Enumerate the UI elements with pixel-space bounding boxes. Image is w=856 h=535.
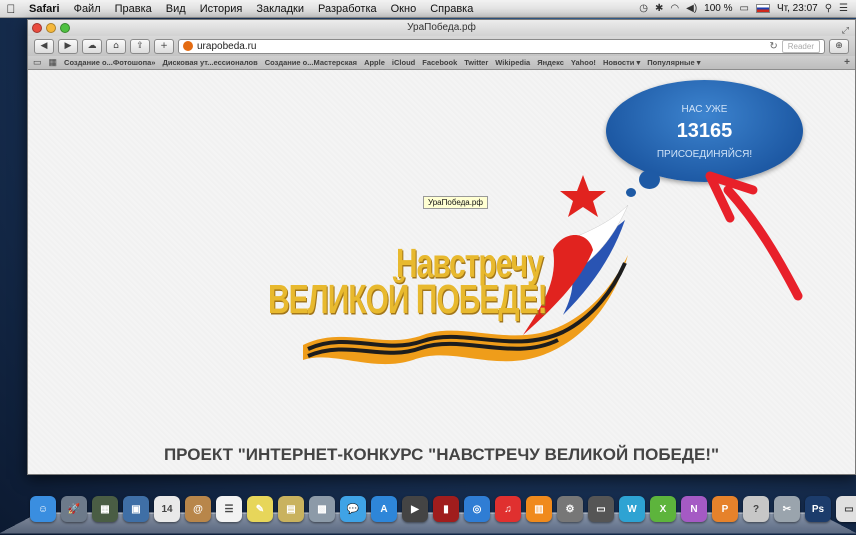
browser-toolbar: ◀ ▶ ☁ ⌂ ⇪ + urapobeda.ru ↻ Reader ⊕ — [28, 36, 855, 56]
site-favicon-icon — [183, 41, 193, 51]
battery-percent[interactable]: 100 % — [704, 3, 732, 14]
bluetooth-icon[interactable]: ✱ — [655, 3, 663, 14]
member-counter-bubble[interactable]: НАС УЖЕ 13165 ПРИСОЕДИНЯЙСЯ! — [606, 80, 803, 182]
reminders-icon[interactable]: ☰ — [216, 496, 242, 522]
onenote-icon[interactable]: N — [681, 496, 707, 522]
excel-icon[interactable]: X — [650, 496, 676, 522]
status-area: ◷ ✱ ◠ ◀) 100 % ▭ Чт, 23:07 ⚲ ☰ — [639, 3, 856, 14]
calendar-icon[interactable]: 14 — [154, 496, 180, 522]
menu-view[interactable]: Вид — [159, 3, 193, 15]
menu-help[interactable]: Справка — [423, 3, 480, 15]
bookmark-item[interactable]: Создание о...Фотошопа» — [64, 58, 155, 67]
preview-app-icon[interactable]: ▩ — [309, 496, 335, 522]
add-tab-icon[interactable]: + — [844, 57, 850, 68]
utility-icon[interactable]: ✂ — [774, 496, 800, 522]
link-tooltip: УраПобеда.рф — [423, 196, 488, 209]
menu-edit[interactable]: Правка — [108, 3, 159, 15]
messages-icon[interactable]: 💬 — [340, 496, 366, 522]
reading-list-icon[interactable]: ▭ — [33, 57, 42, 68]
bookmark-item[interactable]: Yahoo! — [571, 58, 596, 67]
bookmark-item[interactable]: Facebook — [422, 58, 457, 67]
new-tab-button[interactable]: + — [154, 38, 174, 54]
downloads-icon[interactable]: ⊕ — [829, 38, 849, 54]
menu-bar:  Safari Файл Правка Вид История Закладк… — [0, 0, 856, 18]
join-link[interactable]: ПРИСОЕДИНЯЙСЯ! — [606, 149, 803, 160]
safari-icon[interactable]: ◎ — [464, 496, 490, 522]
dock: ☺🚀▦▣14@☰✎▤▩💬A▶▮◎♫▥⚙▭WXNP?✂Ps▭🗑 — [0, 494, 856, 535]
wifi-icon[interactable]: ◠ — [670, 3, 679, 14]
itunes-icon[interactable]: ♫ — [495, 496, 521, 522]
terminal-icon[interactable]: ▭ — [588, 496, 614, 522]
documents-icon[interactable]: ▭ — [836, 496, 856, 522]
photo-booth-icon[interactable]: ▮ — [433, 496, 459, 522]
window-titlebar[interactable]: УраПобеда.рф ⤢ — [28, 20, 855, 36]
apple-menu-icon[interactable]:  — [0, 2, 22, 16]
zoom-button[interactable] — [60, 23, 70, 33]
member-count: 13165 — [676, 120, 733, 142]
system-preferences-icon[interactable]: ⚙ — [557, 496, 583, 522]
reader-button[interactable]: Reader — [781, 39, 820, 53]
traffic-lights — [32, 23, 70, 33]
close-button[interactable] — [32, 23, 42, 33]
bookmark-item[interactable]: Twitter — [464, 58, 488, 67]
web-page: НАС УЖЕ 13165 ПРИСОЕДИНЯЙСЯ! Навстречу В… — [28, 70, 855, 474]
logo-title-line2: ВЕЛИКОЙ ПОБЕДЕ! — [268, 278, 548, 323]
menu-safari[interactable]: Safari — [22, 3, 67, 15]
menu-window[interactable]: Окно — [384, 3, 424, 15]
mission-control-icon[interactable]: ▦ — [92, 496, 118, 522]
red-arrow-icon — [705, 171, 803, 301]
counter-caption: НАС УЖЕ — [681, 104, 728, 115]
bookmark-item[interactable]: Wikipedia — [495, 58, 530, 67]
menu-history[interactable]: История — [193, 3, 250, 15]
window-title: УраПобеда.рф — [407, 22, 476, 33]
launchpad-icon[interactable]: 🚀 — [61, 496, 87, 522]
finder-icon[interactable]: ☺ — [30, 496, 56, 522]
forward-button[interactable]: ▶ — [58, 38, 78, 54]
facetime-icon[interactable]: ▶ — [402, 496, 428, 522]
battery-icon[interactable]: ▭ — [740, 3, 749, 14]
browser-window: УраПобеда.рф ⤢ ◀ ▶ ☁ ⌂ ⇪ + urapobeda.ru … — [27, 19, 856, 475]
top-sites-icon[interactable]: ▦ — [49, 57, 58, 68]
bookmark-item[interactable]: Дисковая ут...ессионалов — [162, 58, 257, 67]
word-icon[interactable]: W — [619, 496, 645, 522]
back-button[interactable]: ◀ — [34, 38, 54, 54]
menu-clock[interactable]: Чт, 23:07 — [777, 3, 818, 14]
help-icon[interactable]: ? — [743, 496, 769, 522]
bookmark-item[interactable]: Создание о...Мастерская — [265, 58, 357, 67]
bookmark-item[interactable]: Новости ▾ — [603, 58, 640, 67]
spotlight-icon[interactable]: ⚲ — [825, 3, 832, 14]
bookmark-item[interactable]: Популярные ▾ — [647, 58, 700, 67]
notes-icon[interactable]: ✎ — [247, 496, 273, 522]
project-headline: ПРОЕКТ "ИНТЕРНЕТ-КОНКУРС "НАВСТРЕЧУ ВЕЛИ… — [163, 445, 720, 464]
fullscreen-icon[interactable]: ⤢ — [842, 22, 849, 38]
ibooks-icon[interactable]: ▥ — [526, 496, 552, 522]
notification-center-icon[interactable]: ☰ — [839, 3, 848, 14]
share-icon[interactable]: ⇪ — [130, 38, 150, 54]
powerpoint-icon[interactable]: P — [712, 496, 738, 522]
address-bar[interactable]: urapobeda.ru ↻ Reader — [178, 38, 825, 54]
photoshop-icon[interactable]: Ps — [805, 496, 831, 522]
input-source-flag-icon[interactable] — [755, 4, 770, 13]
preview-icon[interactable]: ▣ — [123, 496, 149, 522]
bookmark-item[interactable]: Apple — [364, 58, 385, 67]
icloud-tabs-icon[interactable]: ☁ — [82, 38, 102, 54]
menu-bookmarks[interactable]: Закладки — [249, 3, 311, 15]
menu-file[interactable]: Файл — [67, 3, 108, 15]
dock-icons: ☺🚀▦▣14@☰✎▤▩💬A▶▮◎♫▥⚙▭WXNP?✂Ps▭🗑 — [30, 496, 856, 522]
stickies-icon[interactable]: ▤ — [278, 496, 304, 522]
address-url: urapobeda.ru — [197, 40, 257, 52]
volume-icon[interactable]: ◀) — [686, 3, 697, 14]
menu-develop[interactable]: Разработка — [311, 3, 384, 15]
contacts-icon[interactable]: @ — [185, 496, 211, 522]
minimize-button[interactable] — [46, 23, 56, 33]
bookmark-item[interactable]: Яндекс — [537, 58, 564, 67]
home-icon[interactable]: ⌂ — [106, 38, 126, 54]
bookmark-item[interactable]: iCloud — [392, 58, 415, 67]
app-store-icon[interactable]: A — [371, 496, 397, 522]
reload-icon[interactable]: ↻ — [769, 41, 777, 52]
time-machine-icon[interactable]: ◷ — [639, 3, 648, 14]
bookmarks-bar: ▭ ▦ Создание о...Фотошопа» Дисковая ут..… — [28, 56, 855, 70]
